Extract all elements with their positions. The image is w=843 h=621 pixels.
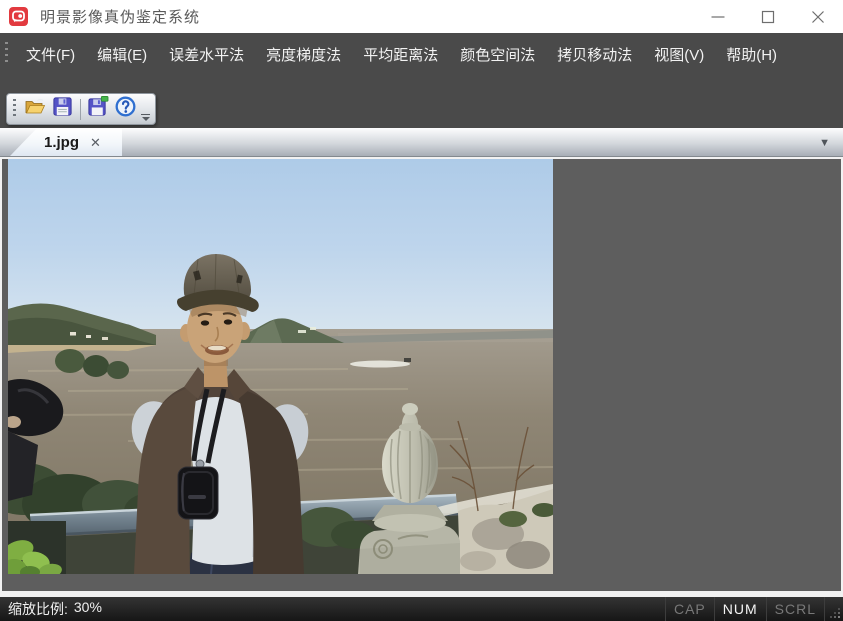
save-icon <box>51 95 74 123</box>
photo-1jpg[interactable] <box>8 159 553 574</box>
app-window: 明景影像真伪鉴定系统 文件(F) 编辑(E) 误差水平法 亮度梯度法 平均距离法… <box>0 0 843 621</box>
toolbar-overflow-icon[interactable] <box>140 114 153 121</box>
caps-lock-indicator: CAP <box>665 597 714 621</box>
menu-error-level-analysis[interactable]: 误差水平法 <box>158 33 255 75</box>
menu-average-distance[interactable]: 平均距离法 <box>352 33 449 75</box>
save-as-icon <box>86 95 109 123</box>
menu-edit[interactable]: 编辑(E) <box>86 33 158 75</box>
open-button[interactable] <box>21 96 49 123</box>
statusbar: 缩放比例: 30% CAP NUM SCRL <box>0 597 843 621</box>
toolbar-separator <box>80 99 81 120</box>
menubar-grip-handle[interactable] <box>5 42 8 66</box>
tab-1jpg[interactable]: 1.jpg ✕ <box>10 129 122 156</box>
window-resize-grip[interactable] <box>828 606 840 618</box>
menu-copy-move[interactable]: 拷贝移动法 <box>546 33 643 75</box>
zoom-ratio-value: 30% <box>74 599 102 619</box>
zoom-ratio: 缩放比例: 30% <box>8 599 102 619</box>
toolbar-zone <box>0 75 843 128</box>
menu-color-space[interactable]: 颜色空间法 <box>449 33 546 75</box>
keyboard-indicators: CAP NUM SCRL <box>665 597 825 621</box>
minimize-button[interactable] <box>693 0 743 33</box>
help-button[interactable] <box>112 96 140 123</box>
save-as-button[interactable] <box>84 96 112 123</box>
titlebar: 明景影像真伪鉴定系统 <box>0 0 843 33</box>
tab-list-dropdown-icon[interactable]: ▼ <box>819 137 830 149</box>
num-lock-indicator: NUM <box>714 597 766 621</box>
toolbar-grip-handle[interactable] <box>13 99 16 119</box>
menubar: 文件(F) 编辑(E) 误差水平法 亮度梯度法 平均距离法 颜色空间法 拷贝移动… <box>0 33 843 75</box>
tab-close-icon[interactable]: ✕ <box>90 136 101 149</box>
scroll-lock-indicator: SCRL <box>766 597 825 621</box>
document-tabbar: 1.jpg ✕ ▼ <box>0 128 843 157</box>
maximize-button[interactable] <box>743 0 793 33</box>
content-frame <box>0 157 843 597</box>
help-icon <box>114 95 137 123</box>
menu-luminance-gradient[interactable]: 亮度梯度法 <box>255 33 352 75</box>
save-button[interactable] <box>49 96 77 123</box>
menu-file[interactable]: 文件(F) <box>15 33 86 75</box>
toolbar <box>6 93 156 125</box>
window-title: 明景影像真伪鉴定系统 <box>40 6 200 27</box>
menu-help[interactable]: 帮助(H) <box>715 33 788 75</box>
open-folder-icon <box>23 95 47 124</box>
menu-view[interactable]: 视图(V) <box>643 33 715 75</box>
image-canvas <box>2 159 841 591</box>
tab-label: 1.jpg <box>44 134 79 151</box>
window-controls <box>693 0 843 33</box>
app-logo-icon <box>9 7 28 26</box>
zoom-ratio-label: 缩放比例: <box>8 599 68 619</box>
close-button[interactable] <box>793 0 843 33</box>
